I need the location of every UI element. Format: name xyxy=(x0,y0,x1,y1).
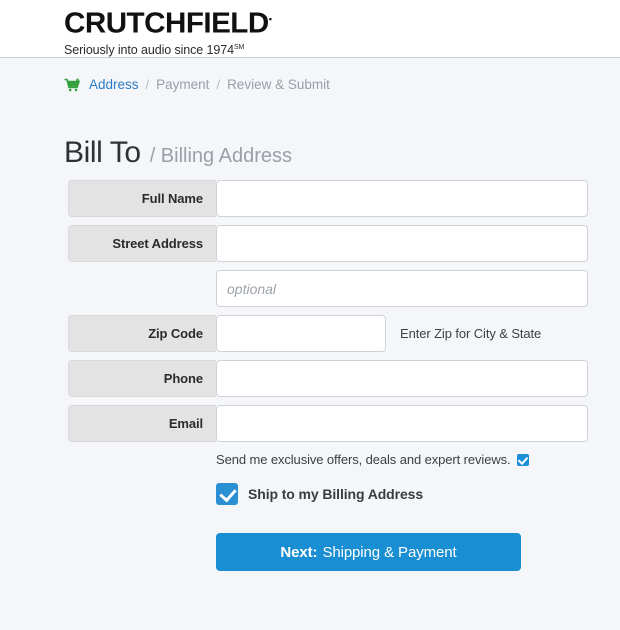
form-row-email: Email xyxy=(68,405,588,442)
shopping-cart-icon[interactable] xyxy=(64,78,81,92)
logo-tagline: Seriously into audio since 1974SM xyxy=(64,42,245,57)
ship-to-billing-row: Ship to my Billing Address xyxy=(68,483,588,505)
form-row-address-line-2 xyxy=(68,270,588,307)
zip-code-input[interactable] xyxy=(216,315,386,352)
breadcrumb-separator: / xyxy=(216,77,221,92)
logo-wordmark: CRUTCHFIELD▪ xyxy=(64,7,272,40)
submit-rest-text: Shipping & Payment xyxy=(322,543,457,561)
breadcrumb-item-review-submit[interactable]: Review & Submit xyxy=(227,76,330,94)
full-name-input[interactable] xyxy=(216,180,588,217)
form-row-zip-code: Zip Code Enter Zip for City & State xyxy=(68,315,588,352)
marketing-optin-checkbox[interactable] xyxy=(516,453,529,466)
submit-area: Next: Shipping & Payment xyxy=(68,533,588,571)
trademark-icon: ▪ xyxy=(268,14,272,24)
billing-address-form: Full Name Street Address Zip Code Enter … xyxy=(68,180,588,571)
breadcrumb: Address / Payment / Review & Submit xyxy=(64,76,330,94)
zip-helper-text: Enter Zip for City & State xyxy=(400,326,542,341)
breadcrumb-item-payment[interactable]: Payment xyxy=(156,76,209,94)
page-title-main: Bill To xyxy=(64,136,141,169)
label-phone: Phone xyxy=(68,360,216,397)
page-title: Bill To / Billing Address xyxy=(64,136,292,173)
breadcrumb-item-address[interactable]: Address xyxy=(89,76,139,94)
site-header: CRUTCHFIELD▪ Seriously into audio since … xyxy=(0,0,620,58)
breadcrumb-separator: / xyxy=(145,77,150,92)
form-row-street-address: Street Address xyxy=(68,225,588,262)
page-title-sub: / Billing Address xyxy=(149,145,292,167)
address-line-2-input[interactable] xyxy=(216,270,588,307)
street-address-input[interactable] xyxy=(216,225,588,262)
submit-strong-text: Next: xyxy=(280,543,318,561)
marketing-optin-row: Send me exclusive offers, deals and expe… xyxy=(68,452,588,467)
ship-to-billing-checkbox[interactable] xyxy=(216,483,238,505)
email-input[interactable] xyxy=(216,405,588,442)
form-row-full-name: Full Name xyxy=(68,180,588,217)
marketing-optin-label: Send me exclusive offers, deals and expe… xyxy=(216,452,511,467)
ship-to-billing-label: Ship to my Billing Address xyxy=(248,486,424,502)
label-street-address: Street Address xyxy=(68,225,216,262)
servicemark-icon: SM xyxy=(233,43,245,51)
label-full-name: Full Name xyxy=(68,180,216,217)
brand-logo[interactable]: CRUTCHFIELD▪ Seriously into audio since … xyxy=(64,4,272,58)
phone-input[interactable] xyxy=(216,360,588,397)
form-row-phone: Phone xyxy=(68,360,588,397)
next-shipping-payment-button[interactable]: Next: Shipping & Payment xyxy=(216,533,521,571)
label-email: Email xyxy=(68,405,216,442)
label-zip-code: Zip Code xyxy=(68,315,216,352)
